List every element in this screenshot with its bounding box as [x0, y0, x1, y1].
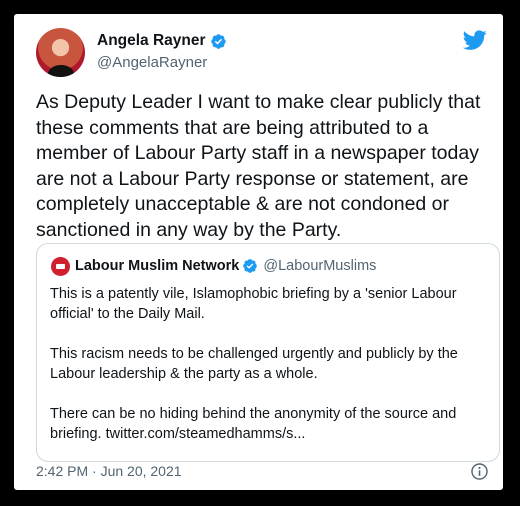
- author-name[interactable]: Angela Rayner: [97, 32, 206, 50]
- quoted-author-name[interactable]: Labour Muslim Network: [75, 258, 239, 274]
- tweet-text: As Deputy Leader I want to make clear pu…: [36, 91, 481, 241]
- quoted-author-handle[interactable]: @LabourMuslims: [263, 258, 376, 274]
- info-icon[interactable]: [470, 462, 489, 481]
- author-handle[interactable]: @AngelaRayner: [97, 54, 207, 71]
- twitter-bird-icon[interactable]: [463, 28, 487, 52]
- verified-badge-icon: [243, 259, 258, 273]
- quoted-tweet[interactable]: Labour Muslim Network @LabourMuslims Thi…: [36, 243, 500, 462]
- verified-badge-icon: [210, 33, 226, 49]
- quoted-tweet-text: This is a patently vile, Islamophobic br…: [50, 286, 458, 442]
- tweet-card[interactable]: Angela Rayner @AngelaRayner As Deputy Le…: [14, 14, 503, 490]
- quoted-author-row: Labour Muslim Network @LabourMuslims: [75, 258, 376, 274]
- tweet-timestamp[interactable]: 2:42 PM · Jun 20, 2021: [36, 463, 182, 479]
- quoted-author-avatar[interactable]: [51, 257, 70, 276]
- author-name-row: Angela Rayner: [97, 32, 227, 50]
- author-avatar[interactable]: [36, 28, 85, 77]
